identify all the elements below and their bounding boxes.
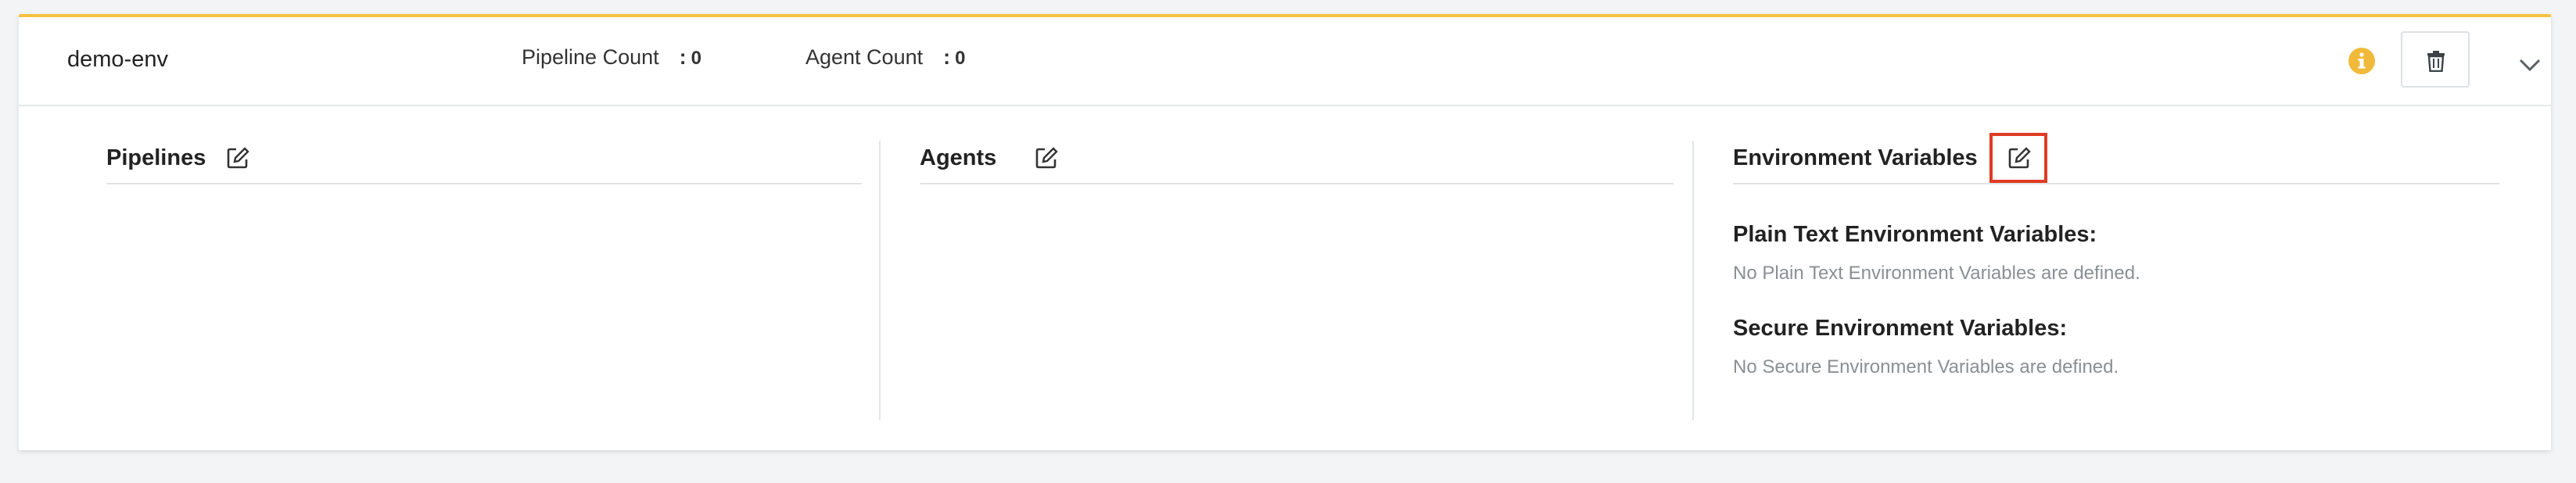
pipelines-title: Pipelines [106,145,206,170]
environment-variables-header: Environment Variables [1733,133,2499,184]
pipelines-header: Pipelines [106,136,862,184]
environment-card: demo-env Pipeline Count:0 Agent Count:0 [19,14,2551,450]
pipelines-section: Pipelines [106,106,862,453]
delete-button[interactable] [2401,31,2470,88]
environment-variables-title: Environment Variables [1733,145,1978,170]
column-divider [1692,141,1694,420]
edit-agents-icon[interactable] [1034,145,1059,170]
edit-environment-variables-icon[interactable] [2007,145,2032,170]
agent-count-value: 0 [955,48,966,69]
agents-header: Agents [920,136,1674,184]
pipeline-count: Pipeline Count:0 [522,45,701,70]
trash-icon [2427,51,2445,72]
agent-count-label: Agent Count [805,45,924,69]
environment-variables-section: Environment Variables Plain Text Environ… [1733,106,2499,453]
secure-env-vars-empty: No Secure Environment Variables are defi… [1733,356,2119,377]
pipeline-count-label: Pipeline Count [522,45,659,69]
column-divider [879,141,881,420]
environment-name: demo-env [67,47,168,72]
plain-text-env-vars-title: Plain Text Environment Variables: [1733,222,2097,247]
pipeline-count-value: 0 [691,48,701,69]
plain-text-env-vars-empty: No Plain Text Environment Variables are … [1733,263,2140,284]
secure-env-vars-title: Secure Environment Variables: [1733,316,2068,341]
agent-count-separator: : [943,45,951,69]
edit-pipelines-icon[interactable] [225,145,250,170]
pipeline-count-separator: : [679,45,687,69]
agents-title: Agents [920,145,997,170]
agent-count: Agent Count:0 [805,45,965,70]
info-icon[interactable] [2348,47,2376,75]
agents-section: Agents [920,106,1674,453]
environment-header[interactable]: demo-env Pipeline Count:0 Agent Count:0 [19,17,2551,106]
chevron-down-icon[interactable] [2518,58,2542,72]
